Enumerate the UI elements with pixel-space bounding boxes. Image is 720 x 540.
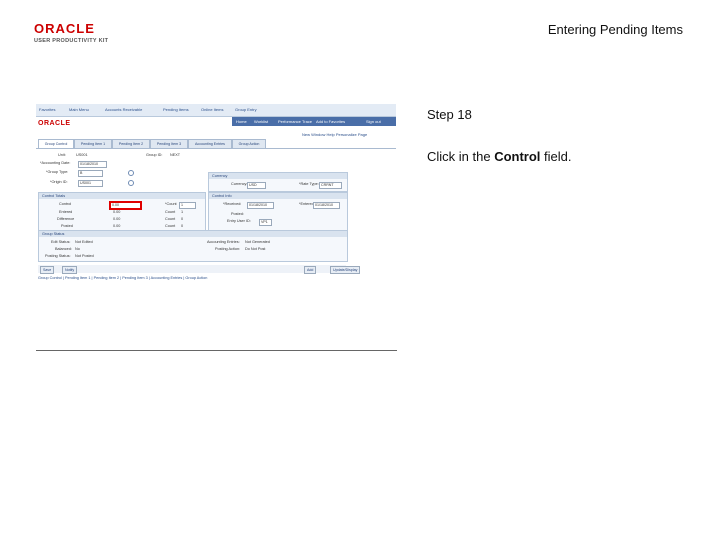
control-totals-group: Control Totals Control 0.00 *Count 1 Ent… xyxy=(38,192,206,234)
currency-label: Currency: xyxy=(231,182,248,186)
currency-group-header: Currency xyxy=(209,173,347,179)
app-brand-logo: ORACLE xyxy=(38,120,71,127)
group-status-header: Group Status xyxy=(39,231,347,237)
instruction-suffix: field. xyxy=(540,149,572,164)
new-window-link[interactable]: New Window xyxy=(302,132,325,137)
control-amount-field[interactable]: 0.00 xyxy=(109,201,142,210)
entry-user-field[interactable]: VP1 xyxy=(259,219,272,226)
divider-line xyxy=(36,350,397,351)
button-bar xyxy=(38,265,346,273)
entered-amount: 0.00 xyxy=(113,210,121,214)
posted-count-label: Count xyxy=(165,224,176,228)
entered-count: 1 xyxy=(181,210,184,214)
entered-count-label: Count xyxy=(165,210,176,214)
instruction-prefix: Click in the xyxy=(427,149,495,164)
help-link[interactable]: Help xyxy=(326,132,334,137)
add-button[interactable]: Add xyxy=(304,266,317,274)
received-label: *Received: xyxy=(223,202,242,206)
posting-status-value: Not Posted xyxy=(75,254,94,258)
balanced-value: No xyxy=(75,247,80,251)
entered-row-label: Entered xyxy=(59,210,73,214)
rate-type-field[interactable]: CRRNT xyxy=(319,182,342,189)
group-status-group: Group Status Edit Status: Not Edited Bal… xyxy=(38,230,348,262)
currency-field[interactable]: USD xyxy=(247,182,266,189)
document-title: Entering Pending Items xyxy=(547,22,683,37)
rate-type-label: *Rate Type: xyxy=(299,182,319,186)
breadcrumb-online-items[interactable]: Online Items xyxy=(198,104,223,116)
control-count-label: *Count xyxy=(165,202,177,206)
group-type-lookup-icon[interactable] xyxy=(128,170,134,176)
accounting-date-label: *Accounting Date: xyxy=(40,161,71,165)
posted-date-label: Posted: xyxy=(231,212,244,216)
control-totals-header: Control Totals xyxy=(39,193,205,199)
group-type-field[interactable]: B xyxy=(78,170,103,177)
save-button[interactable]: Save xyxy=(40,266,55,274)
balanced-label: Balanced: xyxy=(55,247,72,251)
origin-lookup-icon[interactable] xyxy=(128,180,134,186)
add-favorites-link[interactable]: Add to Favorites xyxy=(316,117,345,126)
accounting-date-field[interactable]: 01/18/2010 xyxy=(78,161,107,168)
group-id-label: Group ID: xyxy=(146,153,163,157)
posting-action-label: Posting Action: xyxy=(215,247,241,251)
posted-count: 0 xyxy=(181,224,184,228)
step-instruction: Click in the Control field. xyxy=(427,149,572,164)
difference-row-label: Difference xyxy=(57,217,75,221)
page-links: New Window Help Personalize Page xyxy=(302,130,367,139)
entry-user-label: Entry User ID: xyxy=(227,219,251,223)
control-info-header: Control Info xyxy=(209,193,347,199)
difference-amount: 0.00 xyxy=(113,217,121,221)
instruction-field-name: Control xyxy=(494,149,541,164)
upk-logo-sub: USER PRODUCTIVITY KIT xyxy=(34,38,109,44)
breadcrumb-pending-items[interactable]: Pending Items xyxy=(160,104,189,116)
header-links-bar: Home Worklist Performance Trace Add to F… xyxy=(232,117,396,126)
accounting-entries-value: Not Generated xyxy=(245,240,270,244)
oracle-logo-word: ORACLE xyxy=(34,21,95,36)
notify-button[interactable]: Notify xyxy=(62,266,78,274)
currency-group: Currency Currency: USD *Rate Type: CRRNT xyxy=(208,172,348,192)
control-row-label: Control xyxy=(59,202,72,206)
group-type-label: *Group Type: xyxy=(46,170,69,174)
posted-row-label: Posted xyxy=(61,224,73,228)
posting-action-value: Do Not Post xyxy=(245,247,266,251)
tab-underline xyxy=(36,148,396,149)
origin-id-label: *Origin ID: xyxy=(50,180,68,184)
breadcrumb-favorites[interactable]: Favorites xyxy=(36,104,55,116)
accounting-entries-label: Accounting Entries: xyxy=(207,240,240,244)
oracle-upk-logo: ORACLE USER PRODUCTIVITY KIT xyxy=(34,22,134,48)
edit-status-value: Not Edited xyxy=(75,240,93,244)
performance-trace-link[interactable]: Performance Trace xyxy=(278,117,312,126)
edit-status-label: Edit Status: xyxy=(51,240,71,244)
posting-status-label: Posting Status: xyxy=(45,254,71,258)
unit-label: Unit: xyxy=(58,153,66,157)
footer-page-links[interactable]: Group Control | Pending Item 1 | Pending… xyxy=(38,276,207,280)
top-navigation-bar: Favorites Main Menu Accounts Receivable … xyxy=(36,104,396,117)
origin-id-field[interactable]: US001 xyxy=(78,180,103,187)
step-title: Step 18 xyxy=(427,107,472,122)
control-count-field[interactable]: 1 xyxy=(179,202,196,209)
unit-value: US001 xyxy=(76,153,88,157)
posted-amount: 0.00 xyxy=(113,224,121,228)
application-screenshot: Favorites Main Menu Accounts Receivable … xyxy=(36,104,396,282)
breadcrumb-accounts-receivable[interactable]: Accounts Receivable xyxy=(102,104,142,116)
received-field[interactable]: 01/18/2010 xyxy=(247,202,274,209)
update-display-button[interactable]: Update/Display xyxy=(330,266,361,274)
sign-out-link[interactable]: Sign out xyxy=(366,117,381,126)
breadcrumb-group-entry[interactable]: Group Entry xyxy=(232,104,257,116)
difference-count: 0 xyxy=(181,217,184,221)
group-id-value: NEXT xyxy=(170,153,181,157)
entered-date-field[interactable]: 01/18/2010 xyxy=(313,202,340,209)
breadcrumb-main-menu[interactable]: Main Menu xyxy=(66,104,89,116)
personalize-link[interactable]: Personalize Page xyxy=(336,132,367,137)
home-link[interactable]: Home xyxy=(236,117,247,126)
worklist-link[interactable]: Worklist xyxy=(254,117,268,126)
difference-count-label: Count xyxy=(165,217,176,221)
control-info-group: Control Info *Received: 01/18/2010 *Ente… xyxy=(208,192,348,234)
